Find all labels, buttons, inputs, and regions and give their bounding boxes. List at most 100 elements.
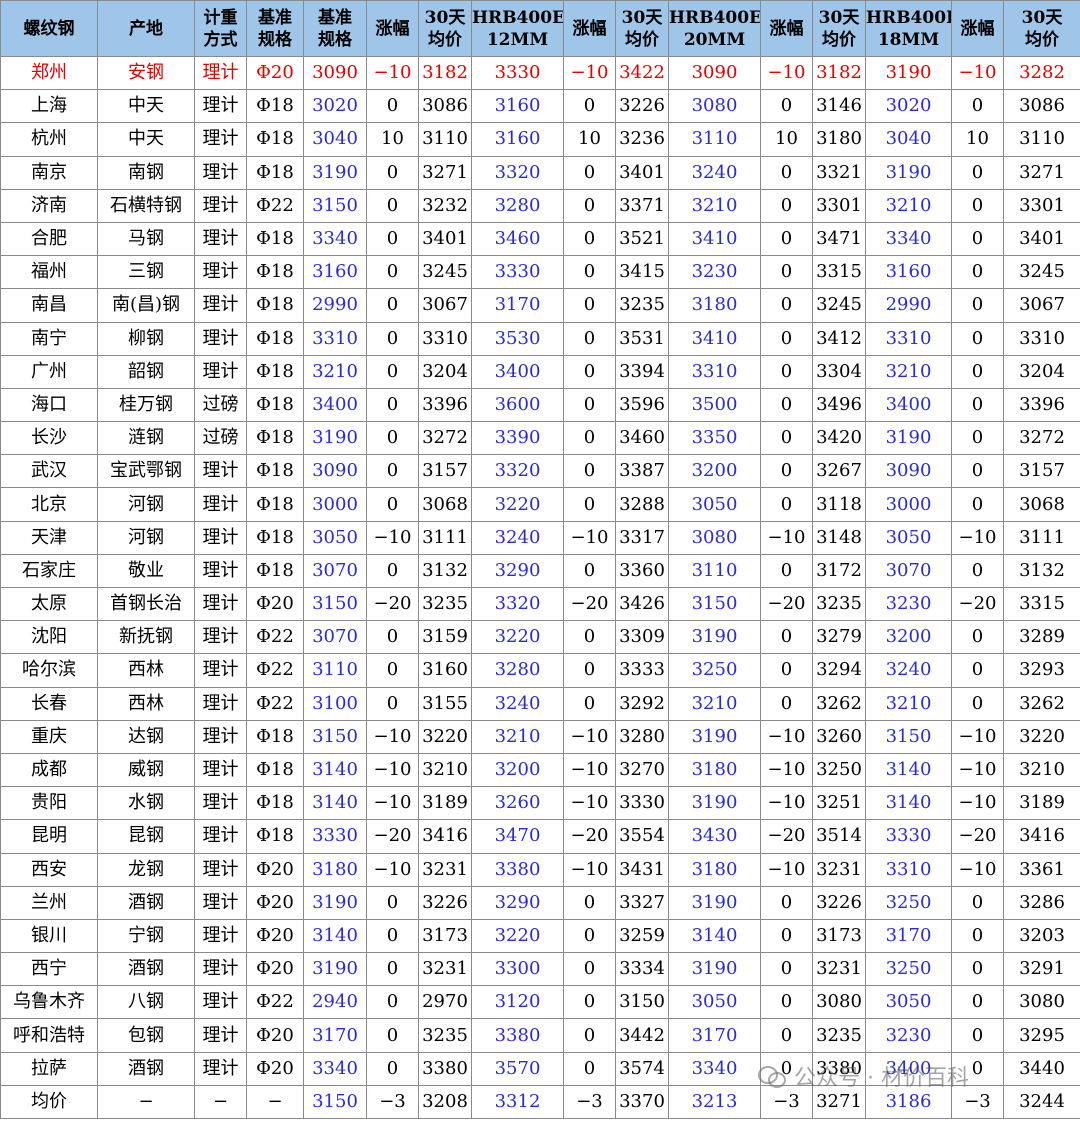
table-cell: Φ18 xyxy=(246,221,304,257)
table-cell: 3208 xyxy=(418,1084,472,1120)
table-cell: 银川 xyxy=(0,918,98,954)
table-cell: 理计 xyxy=(194,288,247,323)
table-cell: 理计 xyxy=(194,321,247,356)
column-header-line: HRB400E xyxy=(472,7,564,28)
table-cell: 3040 xyxy=(865,122,952,157)
table-cell: 理计 xyxy=(194,155,247,190)
table-cell: Φ18 xyxy=(246,155,304,190)
table-cell: 0 xyxy=(366,885,419,920)
table-cell: 3259 xyxy=(615,918,669,954)
table-cell: 3000 xyxy=(303,487,367,522)
table-cell: 西林 xyxy=(97,686,195,721)
table-cell: 3430 xyxy=(668,819,761,854)
table-cell: 3380 xyxy=(471,852,564,887)
table-cell: 0 xyxy=(760,221,813,257)
table-cell: 3213 xyxy=(668,1084,761,1120)
table-cell: 韶钢 xyxy=(97,354,195,389)
table-cell: 乌鲁木齐 xyxy=(0,985,98,1020)
table-cell: 3160 xyxy=(471,122,564,157)
table-cell: 0 xyxy=(951,188,1004,223)
table-cell: 3150 xyxy=(615,985,669,1020)
table-cell: − xyxy=(194,1084,247,1120)
table-cell: 3250 xyxy=(865,885,952,920)
table-cell: 10 xyxy=(951,122,1004,157)
table-cell: 理计 xyxy=(194,221,247,257)
table-cell: 3262 xyxy=(1003,686,1080,721)
table-cell: Φ22 xyxy=(246,653,304,688)
table-cell: 0 xyxy=(760,354,813,389)
table-cell: 3245 xyxy=(812,288,866,323)
table-cell: 3200 xyxy=(471,752,564,788)
table-cell: 3320 xyxy=(471,155,564,190)
table-cell: 3140 xyxy=(865,786,952,821)
table-cell: 3267 xyxy=(812,454,866,489)
table-cell: 0 xyxy=(563,354,616,389)
table-cell: 3110 xyxy=(303,653,367,688)
table-cell: 理计 xyxy=(194,89,247,124)
column-header-line: HRB400E xyxy=(669,7,761,28)
table-cell: 呼和浩特 xyxy=(0,1018,98,1053)
table-cell: 3415 xyxy=(615,255,669,290)
table-cell: Φ22 xyxy=(246,686,304,721)
table-cell: 理计 xyxy=(194,354,247,389)
table-cell: 0 xyxy=(951,653,1004,688)
table-cell: 0 xyxy=(366,620,419,655)
table-cell: 均价 xyxy=(0,1084,98,1120)
table-cell: 西林 xyxy=(97,653,195,688)
table-cell: 3245 xyxy=(418,255,472,290)
table-cell: 长春 xyxy=(0,686,98,721)
table-cell: 3530 xyxy=(471,321,564,356)
table-cell: 3050 xyxy=(668,985,761,1020)
table-cell: 3330 xyxy=(471,55,564,91)
table-cell: 桂万钢 xyxy=(97,387,195,423)
table-cell: 0 xyxy=(563,421,616,456)
table-cell: 理计 xyxy=(194,885,247,920)
table-cell: 杭州 xyxy=(0,122,98,157)
column-header-line: 30天 xyxy=(424,7,466,28)
table-cell: 3220 xyxy=(471,918,564,954)
table-row: 长春 西林 理计 Φ22 3100 0 3155 3240 0 3292 3210 0 3262 3210… xyxy=(0,686,1080,721)
table-cell: −10 xyxy=(563,719,616,754)
table-cell: 0 xyxy=(366,952,419,987)
table-cell: 理计 xyxy=(194,454,247,489)
table-cell: −10 xyxy=(563,520,616,555)
table-cell: 理计 xyxy=(194,852,247,887)
table-cell: 3182 xyxy=(812,55,866,91)
column-header-line: 基准 xyxy=(258,7,292,28)
table-cell: 3150 xyxy=(865,719,952,754)
rebar-price-table: 螺纹钢 产地 计重 方式 基准 规格 基准 规格 涨幅 30天 均价 HRB400E 12MM 涨幅 30天… xyxy=(0,0,1080,1120)
table-cell: 3334 xyxy=(615,952,669,987)
table-cell: 3340 xyxy=(668,1051,761,1086)
table-cell: 过磅 xyxy=(194,387,247,423)
table-cell: 0 xyxy=(366,288,419,323)
table-cell: 3387 xyxy=(615,454,669,489)
table-cell: 0 xyxy=(366,1018,419,1053)
table-cell: 南(昌)钢 xyxy=(97,288,195,323)
table-cell: 3531 xyxy=(615,321,669,356)
table-cell: 0 xyxy=(366,188,419,223)
table-cell: 3300 xyxy=(471,952,564,987)
table-cell: 3068 xyxy=(418,487,472,522)
table-cell: −10 xyxy=(760,786,813,821)
table-cell: 3086 xyxy=(418,89,472,124)
table-cell: 0 xyxy=(563,221,616,257)
table-cell: 哈尔滨 xyxy=(0,653,98,688)
table-cell: 3190 xyxy=(865,421,952,456)
column-header-line: 12MM xyxy=(486,29,549,50)
table-cell: −10 xyxy=(951,719,1004,754)
table-cell: 0 xyxy=(563,255,616,290)
table-cell: 3160 xyxy=(418,653,472,688)
table-cell: 3370 xyxy=(615,1084,669,1120)
table-cell: −10 xyxy=(563,55,616,91)
column-header-line: HRB400E xyxy=(866,7,952,28)
table-cell: 3070 xyxy=(303,620,367,655)
table-cell: −10 xyxy=(951,55,1004,91)
table-cell: 理计 xyxy=(194,918,247,954)
table-cell: 0 xyxy=(951,89,1004,124)
table-cell: 3020 xyxy=(865,89,952,124)
table-cell: 理计 xyxy=(194,752,247,788)
table-cell: 3110 xyxy=(1003,122,1080,157)
table-cell: 3232 xyxy=(418,188,472,223)
table-cell: 3293 xyxy=(1003,653,1080,688)
table-row: 呼和浩特 包钢 理计 Φ20 3170 0 3235 3380 0 3442 3170 0 3235 32… xyxy=(0,1018,1080,1053)
